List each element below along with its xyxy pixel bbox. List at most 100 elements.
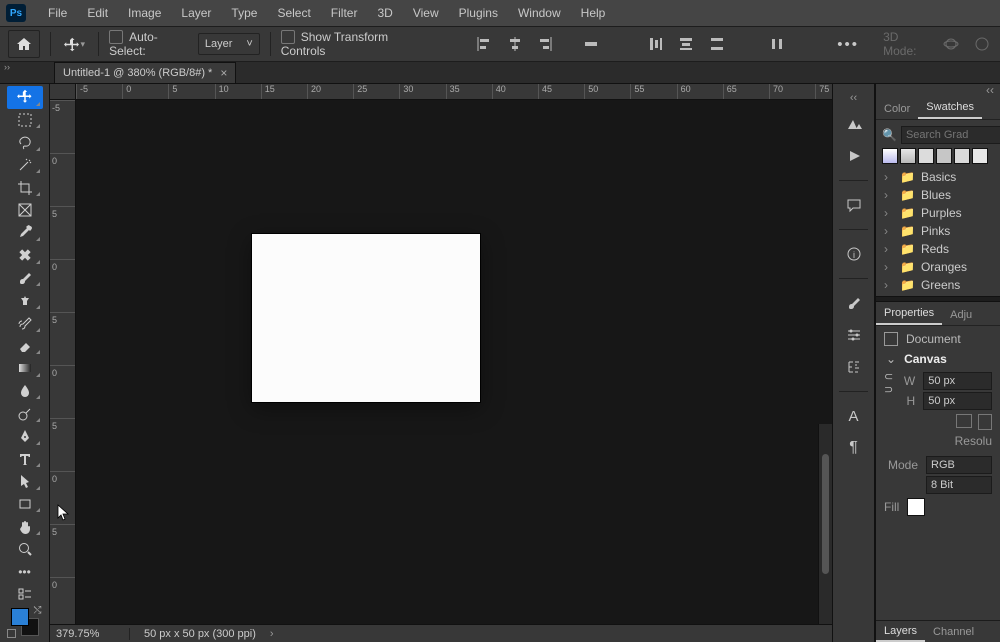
align-more-button[interactable] [581,34,601,54]
3d-pan-button[interactable] [972,34,992,54]
tool-gradient[interactable] [7,357,43,380]
panel-info-icon[interactable]: i [839,242,869,266]
mode-field[interactable]: RGB [926,456,992,474]
tab-properties[interactable]: Properties [876,303,942,325]
align-hcenter-button[interactable] [505,34,525,54]
3d-orbit-button[interactable] [941,34,961,54]
ruler-origin[interactable] [50,84,76,100]
canvas-section-header[interactable]: ⌄ Canvas [886,352,992,366]
current-tool-icon[interactable]: ▾ [60,32,88,56]
orientation-portrait-button[interactable] [956,414,972,428]
swatch-folder[interactable]: ›📁Greens [882,276,994,294]
tool-eraser[interactable] [7,335,43,358]
distribute-v3-button[interactable] [706,34,726,54]
home-button[interactable] [8,30,40,58]
tool-healing[interactable] [7,244,43,267]
menu-filter[interactable]: Filter [321,0,368,26]
menu-3d[interactable]: 3D [367,0,402,26]
tool-hand[interactable] [7,515,43,538]
distribute-v1-button[interactable] [645,34,665,54]
auto-select-checkbox[interactable]: Auto-Select: [109,30,188,59]
swatch-folder[interactable]: ›📁Pinks [882,222,994,240]
tool-lasso[interactable] [7,131,43,154]
panel-comments-icon[interactable] [839,193,869,217]
edit-toolbar[interactable] [7,583,43,606]
swatch[interactable] [900,148,916,164]
tool-move[interactable] [7,86,43,109]
close-icon[interactable]: × [220,66,227,80]
distribute-v2-button[interactable] [676,34,696,54]
tool-magic-wand[interactable] [7,154,43,177]
swatch[interactable] [936,148,952,164]
tool-frame[interactable] [7,199,43,222]
tab-layers[interactable]: Layers [876,622,925,642]
swatch[interactable] [918,148,934,164]
show-transform-checkbox[interactable]: Show Transform Controls [281,30,424,59]
document-dimensions[interactable]: 50 px x 50 px (300 ppi) [130,628,270,640]
fill-color-swatch[interactable] [907,498,925,516]
tool-marquee[interactable] [7,109,43,132]
menu-image[interactable]: Image [118,0,171,26]
strip-collapse-handle[interactable]: ‹‹ [833,92,874,104]
menu-type[interactable]: Type [221,0,267,26]
panel-brushes-icon[interactable] [839,291,869,315]
panel-libraries-icon[interactable] [839,112,869,136]
swatch-folder[interactable]: ›📁Basics [882,168,994,186]
color-swatches[interactable]: ⤭ [11,608,39,636]
menu-file[interactable]: File [38,0,77,26]
menu-plugins[interactable]: Plugins [449,0,508,26]
swatch-folder[interactable]: ›📁Purples [882,204,994,222]
swatch-folder[interactable]: ›📁Oranges [882,258,994,276]
height-field[interactable]: 50 px [923,392,992,410]
tool-crop[interactable] [7,176,43,199]
document-canvas[interactable] [252,234,480,402]
scrollbar-thumb[interactable] [822,454,829,574]
tab-color[interactable]: Color [876,99,918,119]
menu-window[interactable]: Window [508,0,571,26]
bit-depth-field[interactable]: 8 Bit [926,476,992,494]
tool-dodge[interactable] [7,402,43,425]
tool-more[interactable]: ••• [7,560,43,583]
tool-history-brush[interactable] [7,312,43,335]
swatch-folder[interactable]: ›📁Blues [882,186,994,204]
swatch-search-input[interactable] [901,126,1000,144]
panel-glyphs-icon[interactable] [839,355,869,379]
panel-actions-icon[interactable] [839,144,869,168]
width-field[interactable]: 50 px [923,372,992,390]
tab-channels[interactable]: Channel [925,623,982,641]
menu-edit[interactable]: Edit [77,0,118,26]
align-right-edges-button[interactable] [535,34,555,54]
distribute-more-button[interactable] [767,34,787,54]
chevron-right-icon[interactable]: › [270,628,274,640]
tool-zoom[interactable] [7,538,43,561]
orientation-landscape-button[interactable] [978,414,992,430]
swatch[interactable] [972,148,988,164]
menu-help[interactable]: Help [571,0,616,26]
tool-clone[interactable] [7,289,43,312]
tool-blur[interactable] [7,380,43,403]
auto-select-target-dropdown[interactable]: Layer˅ [198,33,260,55]
panel-character-icon[interactable]: A [839,404,869,428]
panel-paragraph-icon[interactable]: ¶ [839,436,869,460]
panels-collapse-handle[interactable]: ‹‹ [876,84,1000,96]
menu-layer[interactable]: Layer [171,0,221,26]
tool-path-select[interactable] [7,470,43,493]
ruler-horizontal[interactable]: -505101520253035404550556065707580 [76,84,832,100]
foreground-color[interactable] [11,608,29,626]
canvas-stage[interactable] [76,100,832,624]
default-colors-icon[interactable] [7,629,16,638]
tool-brush[interactable] [7,267,43,290]
zoom-field[interactable]: 379.75% [50,628,130,640]
tab-adjustments[interactable]: Adju [942,305,980,325]
tool-eyedropper[interactable] [7,222,43,245]
swatch[interactable] [882,148,898,164]
link-wh-icon[interactable]: ⊂⊃ [884,370,893,412]
document-tab[interactable]: Untitled-1 @ 380% (RGB/8#) * × [54,62,236,83]
tools-expand-handle[interactable]: ›› [4,62,18,72]
tool-shape[interactable] [7,493,43,516]
overflow-button[interactable]: ••• [837,34,859,54]
align-left-edges-button[interactable] [474,34,494,54]
menu-view[interactable]: View [403,0,449,26]
swatch-folder[interactable]: ›📁Reds [882,240,994,258]
scrollbar-vertical[interactable] [818,424,832,624]
